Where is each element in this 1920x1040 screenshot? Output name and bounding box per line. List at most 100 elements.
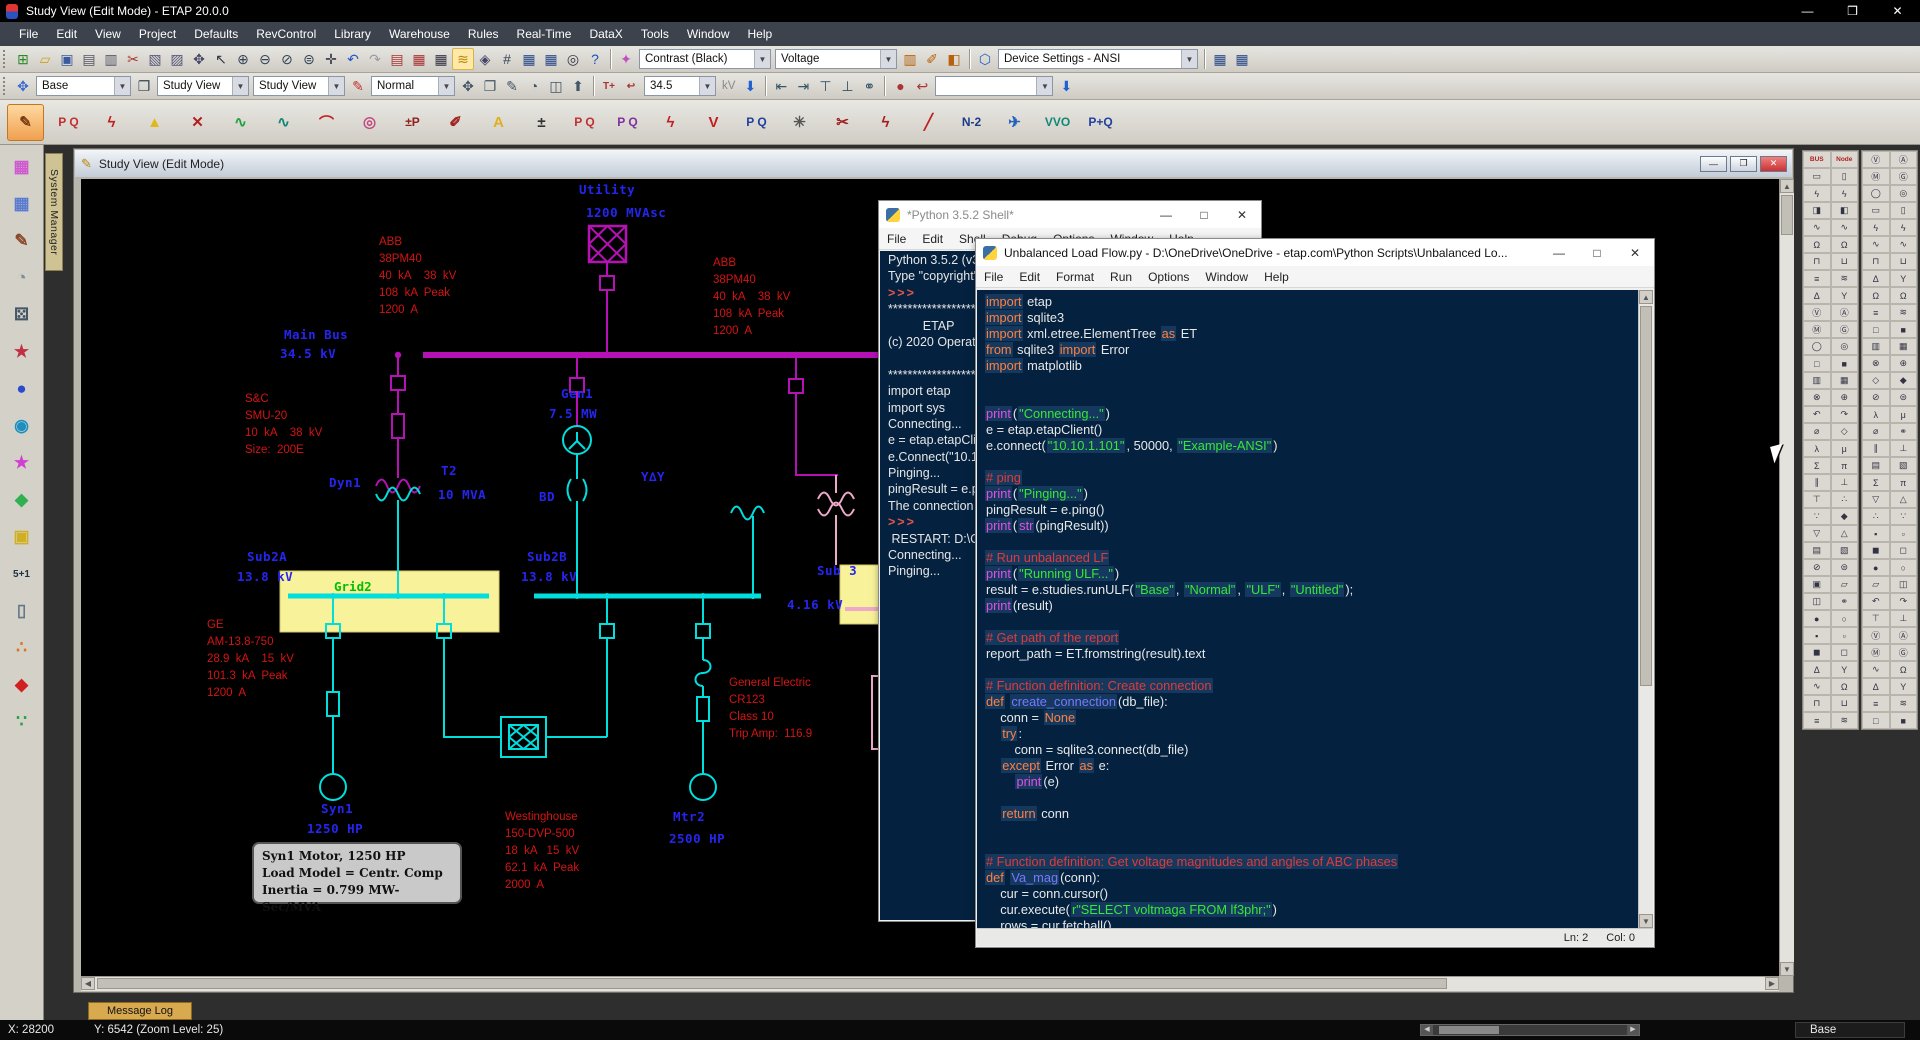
element-button[interactable]: ∥ <box>1803 474 1831 491</box>
palette-tool-✈[interactable]: ✈ <box>996 104 1033 141</box>
presentation-combo[interactable]: Study View▼ <box>157 76 249 96</box>
element-button[interactable]: π <box>1890 474 1918 491</box>
element-button[interactable]: ⊕ <box>1890 355 1918 372</box>
element-button[interactable]: ∴ <box>1862 508 1890 525</box>
palette-tool-n-2[interactable]: N-2 <box>953 104 990 141</box>
element-button[interactable]: ⚭ <box>1831 593 1859 610</box>
toolbar-icon[interactable]: ✥ <box>457 75 479 97</box>
theme-star-icon[interactable]: ✦ <box>615 48 637 70</box>
palette-tool-✎[interactable]: ✎ <box>7 104 44 141</box>
element-button[interactable]: Δ <box>1862 270 1890 287</box>
toolbar-icon[interactable]: T+ <box>598 75 620 97</box>
study-restore-button[interactable]: ❒ <box>1730 156 1757 172</box>
menu-library[interactable]: Library <box>325 23 380 45</box>
revision-combo[interactable]: Base▼ <box>36 76 131 96</box>
element-button[interactable]: ⊘ <box>1862 389 1890 406</box>
toolbar-icon[interactable]: ▦ <box>540 48 562 70</box>
menu-tools[interactable]: Tools <box>632 23 678 45</box>
palette-tool-pq[interactable]: P Q <box>566 104 603 141</box>
palette-tool-p+q[interactable]: P+Q <box>1082 104 1119 141</box>
element-button[interactable]: ◼ <box>1862 542 1890 559</box>
element-button[interactable]: ϟ <box>1862 219 1890 236</box>
shell-menu-edit[interactable]: Edit <box>914 230 951 248</box>
element-button[interactable]: ■ <box>1831 355 1859 372</box>
element-button[interactable]: Ω <box>1831 678 1859 695</box>
element-button[interactable]: ● <box>1803 610 1831 627</box>
left-dock-icon[interactable]: ★ <box>8 338 36 366</box>
element-button[interactable]: ▤ <box>1803 542 1831 559</box>
left-dock-icon[interactable]: ● <box>8 375 36 403</box>
element-button[interactable]: Ⓖ <box>1831 321 1859 338</box>
element-button[interactable]: ≡ <box>1803 712 1831 729</box>
toolbar-icon[interactable]: ◫ <box>545 75 567 97</box>
element-button[interactable]: ▫ <box>1890 525 1918 542</box>
element-button[interactable]: ▧ <box>1831 542 1859 559</box>
element-button[interactable]: ◇ <box>1831 423 1859 440</box>
menu-revcontrol[interactable]: RevControl <box>247 23 325 45</box>
element-button[interactable]: ≋ <box>1831 270 1859 287</box>
element-button[interactable]: ▱ <box>1831 576 1859 593</box>
element-button[interactable]: Ⓐ <box>1890 627 1918 644</box>
element-button[interactable]: ⊤ <box>1862 610 1890 627</box>
element-button[interactable]: Ω <box>1890 661 1918 678</box>
palette-tool-◎[interactable]: ◎ <box>351 104 388 141</box>
element-button[interactable]: Δ <box>1862 678 1890 695</box>
toolbar-icon[interactable]: ≋ <box>452 48 474 70</box>
editor-menu-run[interactable]: Run <box>1102 268 1140 286</box>
element-button[interactable]: ▽ <box>1803 525 1831 542</box>
palette-tool-╱[interactable]: ╱ <box>910 104 947 141</box>
element-button[interactable]: ■ <box>1890 712 1918 729</box>
toolbar-icon[interactable]: ▦ <box>430 48 452 70</box>
element-button[interactable]: ⌀ <box>1862 423 1890 440</box>
element-button[interactable]: ▫ <box>1831 627 1859 644</box>
menu-file[interactable]: File <box>10 23 47 45</box>
color-tool-icon[interactable]: ▥ <box>899 48 921 70</box>
element-button[interactable]: □ <box>1862 321 1890 338</box>
toolbar-icon[interactable]: ▦ <box>408 48 430 70</box>
left-dock-icon[interactable]: ▣ <box>8 523 36 551</box>
element-button[interactable]: ≋ <box>1890 304 1918 321</box>
voltage-combo[interactable]: Voltage▼ <box>775 49 897 69</box>
element-button[interactable]: ∿ <box>1831 219 1859 236</box>
toolbar-icon[interactable]: # <box>496 48 518 70</box>
element-button[interactable]: ∿ <box>1803 678 1831 695</box>
element-button[interactable]: ◆ <box>1890 372 1918 389</box>
shell-maximize-button[interactable]: □ <box>1185 201 1223 228</box>
toolbar-icon[interactable]: ↩ <box>620 75 642 97</box>
palette-tool-a[interactable]: A <box>480 104 517 141</box>
element-button[interactable]: ⊕ <box>1831 389 1859 406</box>
element-button[interactable]: Y <box>1831 287 1859 304</box>
element-button[interactable]: ■ <box>1890 321 1918 338</box>
palette-tool-ϟ[interactable]: ϟ <box>93 104 130 141</box>
palette-tool-pq[interactable]: P Q <box>50 104 87 141</box>
element-button[interactable]: ◎ <box>1890 185 1918 202</box>
left-dock-icon[interactable]: ⚄ <box>8 301 36 329</box>
toolbar-icon[interactable]: ✛ <box>320 48 342 70</box>
palette-tool-ϟ[interactable]: ϟ <box>652 104 689 141</box>
element-button[interactable]: Ⓜ <box>1862 644 1890 661</box>
element-button[interactable]: ⊥ <box>1890 440 1918 457</box>
view-combo[interactable]: Study View▼ <box>253 76 345 96</box>
element-button[interactable]: Node <box>1831 151 1859 168</box>
element-button[interactable]: ◇ <box>1862 372 1890 389</box>
palette-tool-pq[interactable]: P Q <box>609 104 646 141</box>
move-icon[interactable]: ✥ <box>12 75 34 97</box>
element-button[interactable]: μ <box>1890 406 1918 423</box>
element-button[interactable]: ⌀ <box>1803 423 1831 440</box>
toolbar-grip[interactable] <box>3 77 9 95</box>
element-button[interactable]: ◎ <box>1831 338 1859 355</box>
left-dock-icon[interactable]: ▦ <box>8 153 36 181</box>
element-button[interactable]: Ⓖ <box>1890 644 1918 661</box>
element-button[interactable]: Ⓥ <box>1862 151 1890 168</box>
palette-tool-±[interactable]: ± <box>523 104 560 141</box>
editor-menu-help[interactable]: Help <box>1256 268 1297 286</box>
element-button[interactable]: ◧ <box>1831 202 1859 219</box>
editor-minimize-button[interactable]: — <box>1540 239 1578 266</box>
kv-combo[interactable]: 34.5▼ <box>644 76 716 96</box>
toolbar-icon[interactable]: ▦ <box>1209 48 1231 70</box>
element-button[interactable]: Ω <box>1803 236 1831 253</box>
toolbar-icon[interactable]: ⊜ <box>298 48 320 70</box>
restore-button[interactable]: ❒ <box>1830 0 1875 22</box>
device-settings-combo[interactable]: Device Settings - ANSI▼ <box>998 49 1198 69</box>
element-button[interactable]: Δ <box>1803 661 1831 678</box>
